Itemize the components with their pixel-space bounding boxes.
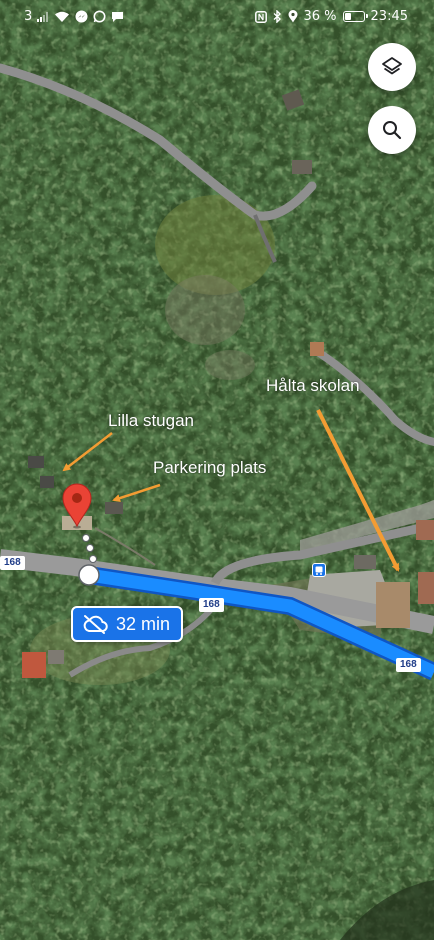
annotation-lilla-stugan: Lilla stugan	[108, 411, 195, 430]
building	[416, 520, 434, 540]
walking-dot	[86, 544, 94, 552]
signal-icon	[37, 11, 49, 22]
building	[48, 650, 64, 664]
route-shield: 168	[199, 598, 224, 612]
wifi-icon	[55, 11, 70, 22]
clock: 23:45	[370, 9, 408, 24]
status-right: 36 % 23:45	[254, 9, 408, 24]
whatsapp-icon	[93, 10, 106, 23]
layers-button[interactable]	[368, 43, 416, 91]
battery-icon	[342, 11, 368, 22]
walking-dot	[82, 534, 90, 542]
building	[105, 502, 123, 514]
route-start-point[interactable]	[78, 564, 100, 586]
messenger-icon	[75, 10, 88, 23]
status-left: 3	[24, 9, 124, 24]
rock-outcrop	[205, 350, 255, 380]
building	[354, 555, 376, 569]
battery-percent: 36 %	[303, 9, 337, 24]
walking-dot	[89, 555, 97, 563]
cloud-off-icon	[83, 615, 108, 634]
nfc-icon	[254, 10, 267, 23]
status-bar: 3 36 % 23:45	[0, 0, 434, 32]
building	[22, 652, 46, 678]
school-building	[376, 582, 410, 628]
building	[28, 456, 44, 468]
building	[40, 476, 54, 488]
eta-chip[interactable]: 32 min	[71, 606, 183, 642]
route-shield: 168	[396, 658, 421, 672]
annotation-halta-skolan: Hålta skolan	[266, 376, 360, 395]
chat-icon	[112, 12, 124, 22]
location-icon	[288, 10, 297, 23]
network-type: 3	[24, 9, 33, 24]
bluetooth-icon	[273, 10, 281, 23]
search-button[interactable]	[368, 106, 416, 154]
eta-label: 32 min	[116, 613, 171, 634]
battery-level	[344, 13, 351, 20]
annotation-parkering-plats: Parkering plats	[153, 458, 267, 477]
rock-outcrop	[165, 275, 245, 345]
building	[292, 160, 312, 174]
building	[310, 342, 324, 356]
layers-icon	[382, 57, 402, 75]
bus-stop-icon[interactable]	[312, 563, 326, 577]
route-shield: 168	[0, 556, 25, 570]
search-icon	[383, 121, 402, 140]
building	[418, 572, 434, 604]
